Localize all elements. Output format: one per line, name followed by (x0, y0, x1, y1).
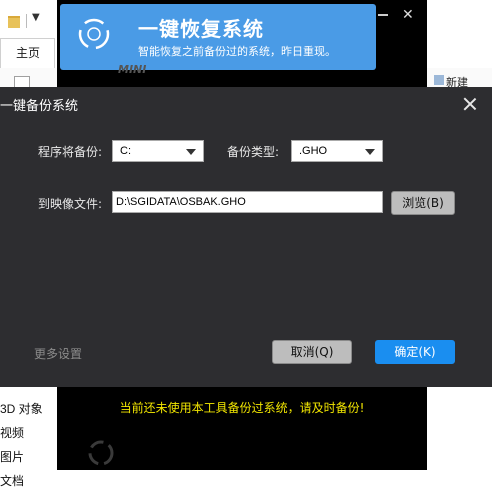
cancel-button[interactable]: 取消(Q) (272, 340, 352, 364)
banner-title: 一键恢复系统 (138, 17, 264, 41)
dialog-close-icon[interactable] (462, 96, 478, 112)
folder-icon (8, 16, 20, 28)
new-item-icon[interactable] (434, 75, 444, 85)
navigation-tree: 3D 对象 视频 图片 文档 (0, 388, 60, 488)
minimize-icon[interactable] (378, 14, 388, 16)
backup-type-select[interactable]: .GHO (291, 140, 383, 162)
source-label: 程序将备份: (38, 145, 103, 159)
backup-type-label: 备份类型: (227, 145, 280, 159)
banner-subtitle: 智能恢复之前备份过的系统，昨日重现。 (138, 45, 336, 58)
source-drive-value: C: (120, 145, 131, 157)
source-drive-select[interactable]: C: (112, 140, 204, 162)
mini-watermark: MINI (118, 63, 147, 76)
browse-button[interactable]: 浏览(B) (391, 191, 455, 215)
loading-spinner-icon (88, 440, 114, 466)
restore-ring-icon (78, 18, 110, 50)
quick-access-dropdown-icon[interactable]: ▼ (32, 12, 40, 23)
tree-item-3d-objects[interactable]: 3D 对象 (0, 400, 43, 417)
dropdown-caret-icon (186, 149, 196, 155)
titlebar-divider (26, 14, 27, 28)
tab-home-label[interactable]: 主页 (16, 44, 40, 61)
backup-type-value: .GHO (299, 145, 328, 157)
tree-item-documents[interactable]: 文档 (0, 472, 24, 489)
backup-notice: 当前还未使用本工具备份过系统，请及时备份! (119, 401, 365, 415)
tree-item-videos[interactable]: 视频 (0, 424, 24, 441)
close-icon[interactable]: ✕ (402, 7, 414, 23)
image-file-label: 到映像文件: (38, 197, 103, 211)
ok-button[interactable]: 确定(K) (375, 340, 455, 364)
image-path-input[interactable]: D:\SGIDATA\OSBAK.GHO (112, 191, 383, 213)
dialog-title: 一键备份系统 (0, 99, 79, 114)
more-settings-link[interactable]: 更多设置 (34, 345, 82, 362)
dropdown-caret-icon (365, 149, 375, 155)
tree-item-pictures[interactable]: 图片 (0, 448, 24, 465)
